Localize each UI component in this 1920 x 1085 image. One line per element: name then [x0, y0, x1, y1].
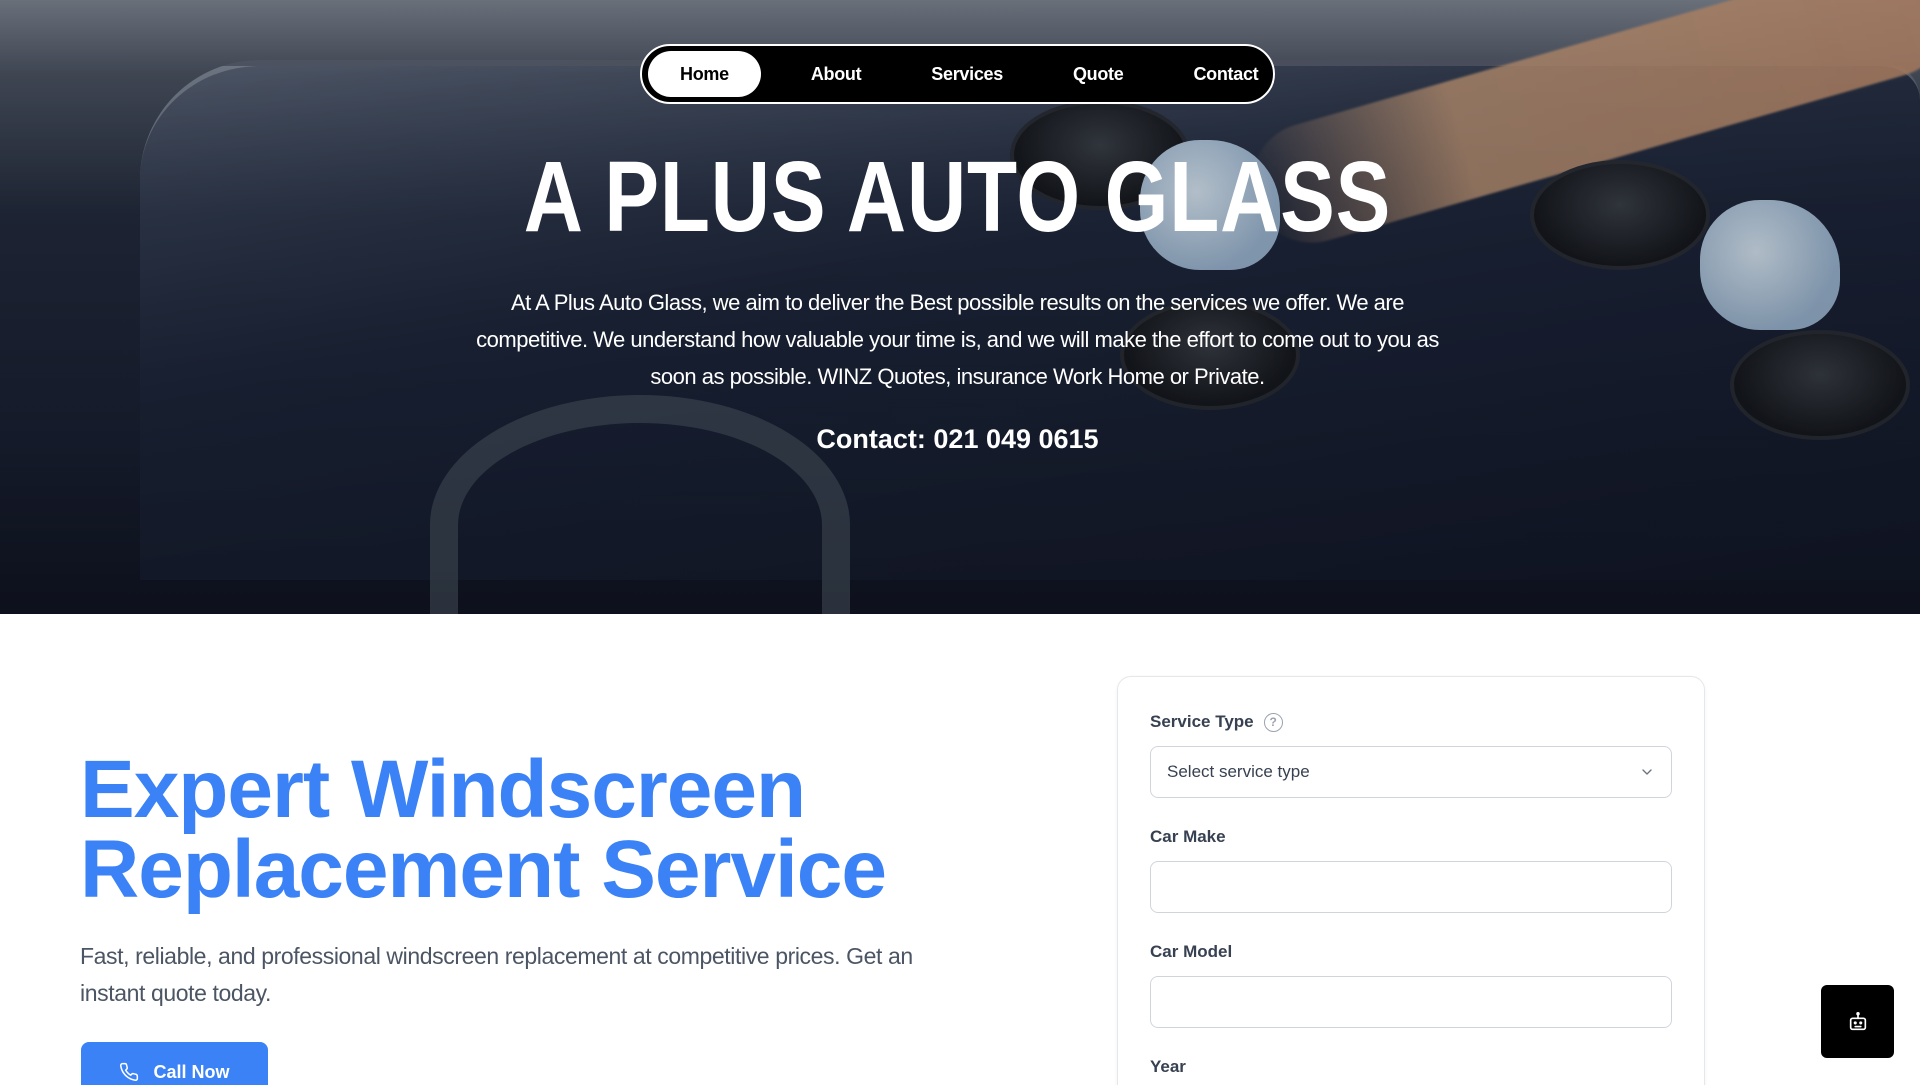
question-circle-icon[interactable]: ? [1263, 712, 1283, 732]
call-now-label: Call Now [153, 1061, 230, 1082]
car-model-label: Car Model [1150, 942, 1233, 961]
main-subtext: Fast, reliable, and professional windscr… [80, 943, 913, 1006]
nav-contact[interactable]: Contact [1161, 51, 1290, 97]
main-nav: Home About Services Quote Contact [640, 44, 1275, 104]
car-model-input[interactable] [1150, 976, 1672, 1028]
chatbot-icon [1849, 1011, 1866, 1030]
year-label: Year [1150, 1057, 1186, 1076]
chevron-down-icon [1642, 769, 1652, 775]
nav-about[interactable]: About [779, 51, 893, 97]
car-make-label: Car Make [1150, 827, 1226, 846]
hero-contact-phone[interactable]: Contact: 021 049 0615 [0, 424, 1915, 455]
hero-title: A PLUS AUTO GLASS [523, 141, 1392, 253]
hero-description: At A Plus Auto Glass, we aim to deliver … [476, 290, 1439, 389]
nav-quote[interactable]: Quote [1041, 51, 1156, 97]
nav-home[interactable]: Home [648, 51, 761, 97]
service-type-label: Service Type [1150, 712, 1254, 731]
hero-section: Home About Services Quote Contact A PLUS… [0, 0, 1920, 614]
chatbot-launcher-button[interactable] [1821, 985, 1894, 1058]
service-type-placeholder: Select service type [1167, 762, 1310, 781]
call-now-button[interactable]: Call Now [81, 1042, 268, 1085]
main-headline: Expert Windscreen Replacement Service [80, 749, 980, 911]
headline-line-1: Expert Windscreen [80, 744, 806, 835]
phone-icon [120, 1062, 139, 1081]
service-type-label-row: Service Type ? [1150, 712, 1283, 732]
quote-form-card: Service Type ? Select service type Car M… [1117, 676, 1705, 1085]
car-make-input[interactable] [1150, 861, 1672, 913]
nav-services[interactable]: Services [899, 51, 1035, 97]
service-type-select[interactable]: Select service type [1150, 746, 1672, 798]
headline-line-2: Replacement Service [80, 824, 887, 915]
